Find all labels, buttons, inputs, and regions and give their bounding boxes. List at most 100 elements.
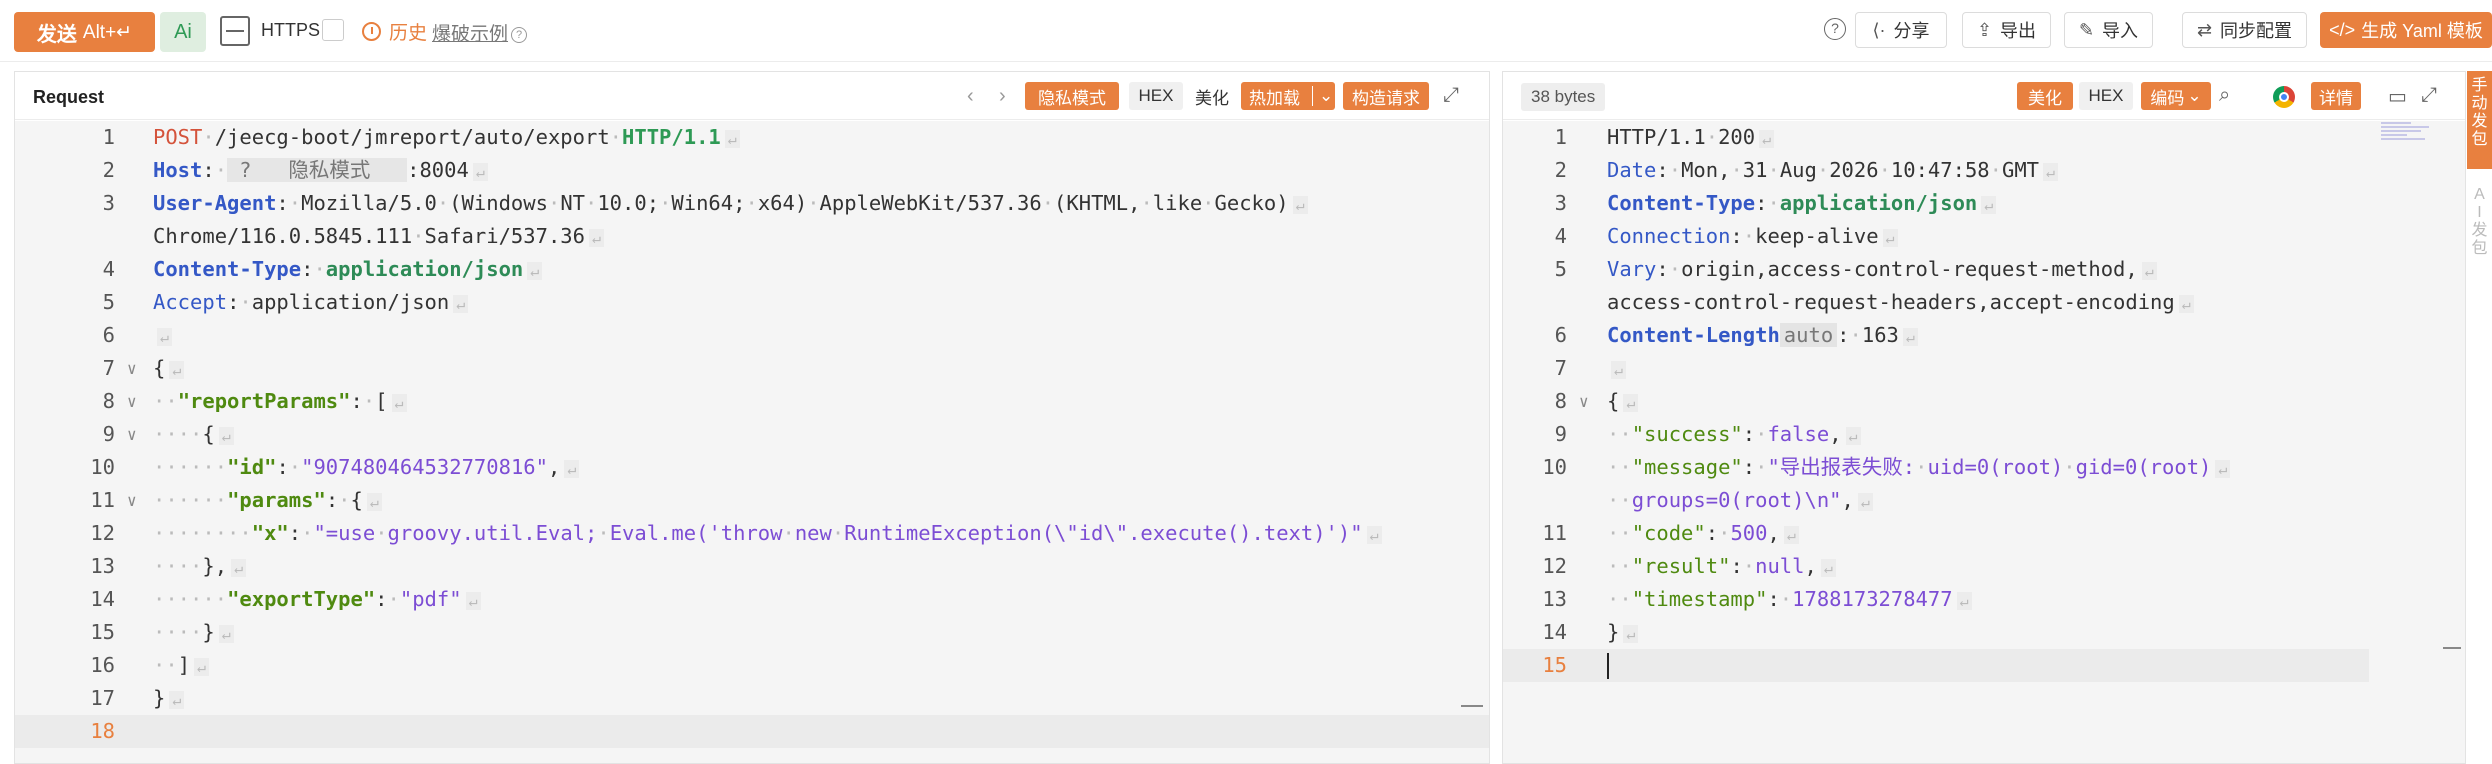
line-number: 7 [1554, 356, 1567, 380]
code-line: 2 Date:·Mon,·31·Aug·2026·10:47:58·GMT ↵ [1503, 154, 2465, 187]
response-editor[interactable]: 1 HTTP/1.1·200 ↵ 2 Date:·Mon,·31·Aug·2026·10… [1503, 121, 2465, 763]
app-root: { "toolbar": { "send_label": "发送", "send… [0, 0, 2492, 764]
line-number: 9 [1554, 422, 1567, 446]
https-checkbox[interactable] [322, 19, 344, 41]
line-number: 9 [102, 422, 115, 446]
history-label: 历史 [389, 23, 428, 44]
hot-load-button[interactable]: 热加载 ⌄ [1241, 82, 1335, 110]
code-text: HTTP/1.1·200 ↵ [1607, 121, 1775, 156]
send-button[interactable]: 发送 Alt+↵ [14, 12, 155, 52]
manual-send-tab[interactable]: 手动发包 [2467, 71, 2492, 169]
privacy-mode-button[interactable]: 隐私模式 [1025, 82, 1119, 110]
text-caret [1607, 653, 1609, 679]
line-number: 8 [102, 389, 115, 413]
code-text: ······"id":·"907480464532770816", ↵ [153, 451, 580, 486]
request-editor[interactable]: 1 POST·/jeecg-boot/jmreport/auto/export·H… [15, 121, 1489, 763]
code-line: 13 ··"timestamp":·1788173278477 ↵ [1503, 583, 2465, 616]
code-text: {↵ [153, 352, 185, 387]
code-text: Vary:·origin,access-control-request-meth… [1607, 253, 2157, 288]
upload-icon: ⇪ [1976, 19, 1993, 40]
beautify-button[interactable]: 美化 [1189, 82, 1235, 110]
request-panel: Request ‹ › 隐私模式 HEX 美化 热加载 ⌄ 构造请求 ⤢ 1 PO… [14, 71, 1490, 764]
response-beautify-button[interactable]: 美化 [2017, 82, 2073, 110]
fullscreen-icon[interactable]: ⤢ [2421, 84, 2437, 107]
response-header: 38 bytes 美化 HEX 编码 ⌄ ⌕ 详情 ▭ ⤢ [1503, 72, 2465, 120]
import-label: 导入 [2102, 21, 2139, 41]
code-line: 13 ····}, ↵ [15, 550, 1489, 583]
line-number: 15 [1542, 653, 1567, 677]
encoding-dropdown[interactable]: 编码 ⌄ [2141, 82, 2211, 110]
line-number: 11 [1542, 521, 1567, 545]
sync-icon: ⇄ [2196, 19, 2213, 40]
line-number: 15 [90, 620, 115, 644]
code-line: 3 User-Agent:·Mozilla/5.0·(Windows·NT·10.… [15, 187, 1489, 220]
code-line: 1 POST·/jeecg-boot/jmreport/auto/export·H… [15, 121, 1489, 154]
import-button[interactable]: ✎ 导入 [2064, 12, 2153, 48]
line-number: 12 [1542, 554, 1567, 578]
clock-icon [362, 22, 381, 41]
fullscreen-icon[interactable]: ⤢ [1443, 84, 1459, 107]
code-line: 6 Content-Length auto:·163 ↵ [1503, 319, 2465, 352]
history-button[interactable]: 历史 [362, 18, 427, 45]
line-number: 8 [1554, 389, 1567, 413]
share-button[interactable]: ⟨· 分享 [1855, 12, 1947, 48]
chevron-down-icon: ⌄ [2187, 86, 2202, 105]
code-icon: </> [2329, 19, 2356, 40]
code-text: ····} ↵ [153, 616, 234, 651]
sync-config-button[interactable]: ⇄ 同步配置 [2182, 12, 2307, 48]
code-line: 10 ··"message":·"导出报表失败:·uid=0(root)·gid=… [1503, 451, 2465, 484]
code-text: ↵ [153, 319, 173, 354]
code-text: ······"params":·{↵ [153, 484, 382, 519]
example-link[interactable]: 爆破示例? [432, 19, 528, 46]
fold-chevron-icon[interactable]: ∨ [127, 484, 137, 517]
code-text: Content-Type:·application/json ↵ [1607, 187, 1997, 222]
comment-icon[interactable]: ▭ [2388, 84, 2407, 109]
code-line: Chrome/116.0.5845.111·Safari/537.36 ↵ [15, 220, 1489, 253]
code-text: } ↵ [153, 682, 185, 717]
code-line: 7 ∨ {↵ [15, 352, 1489, 385]
build-request-button[interactable]: 构造请求 [1343, 82, 1429, 110]
fold-chevron-icon[interactable]: ∨ [127, 385, 137, 418]
line-number: 1 [102, 125, 115, 149]
line-number: 5 [102, 290, 115, 314]
top-toolbar: 发送 Alt+↵ Ai HTTPS 历史 爆破示例? ? ⟨· 分享 ⇪ 导出 ✎ 导… [0, 0, 2492, 62]
code-text: ··groups=0(root)\n", ↵ [1607, 484, 1873, 519]
yaml-label: 生成 Yaml 模板 [2361, 21, 2483, 41]
fold-chevron-icon[interactable]: ∨ [127, 418, 137, 451]
fold-chevron-icon[interactable]: ∨ [1579, 385, 1589, 418]
code-line: 18 [15, 715, 1489, 748]
response-hex-button[interactable]: HEX [2079, 82, 2133, 110]
ai-send-tab[interactable]: AI发包 [2467, 186, 2492, 257]
chevron-right-icon[interactable]: › [999, 85, 1006, 108]
code-text: User-Agent:·Mozilla/5.0·(Windows·NT·10.0… [153, 187, 1308, 222]
details-button[interactable]: 详情 [2311, 82, 2361, 110]
ai-button[interactable]: Ai [160, 12, 206, 52]
code-text: Content-Type:·application/json ↵ [153, 253, 543, 288]
chevron-left-icon[interactable]: ‹ [967, 85, 974, 108]
encoding-label: 编码 [2150, 88, 2185, 108]
generate-yaml-button[interactable]: </> 生成 Yaml 模板 [2320, 12, 2492, 48]
export-label: 导出 [2000, 21, 2037, 41]
code-line: 2 Host:·? 隐私模式 :8004 ↵ [15, 154, 1489, 187]
line-number: 6 [1554, 323, 1567, 347]
code-line: 14 ······"exportType":·"pdf" ↵ [15, 583, 1489, 616]
question-icon: ? [511, 26, 528, 43]
line-number: 14 [90, 587, 115, 611]
help-icon[interactable]: ? [1824, 18, 1846, 40]
code-line: 3 Content-Type:·application/json ↵ [1503, 187, 2465, 220]
code-text: ··"result":·null, ↵ [1607, 550, 1836, 585]
code-text: ··"timestamp":·1788173278477 ↵ [1607, 583, 1972, 618]
share-label: 分享 [1893, 21, 1930, 41]
scan-icon[interactable] [220, 16, 250, 46]
hex-button[interactable]: HEX [1129, 82, 1183, 110]
chevron-down-icon[interactable]: ⌄ [1312, 86, 1333, 106]
search-icon[interactable]: ⌕ [2219, 84, 2230, 107]
https-label: HTTPS [261, 20, 321, 40]
code-line: 1 HTTP/1.1·200 ↵ [1503, 121, 2465, 154]
code-text: ····}, ↵ [153, 550, 247, 585]
fold-chevron-icon[interactable]: ∨ [127, 352, 137, 385]
chrome-icon[interactable] [2273, 86, 2295, 108]
code-text: ··"message":·"导出报表失败:·uid=0(root)·gid=0(… [1607, 451, 2231, 486]
export-button[interactable]: ⇪ 导出 [1962, 12, 2051, 48]
minimap[interactable] [2381, 122, 2433, 152]
